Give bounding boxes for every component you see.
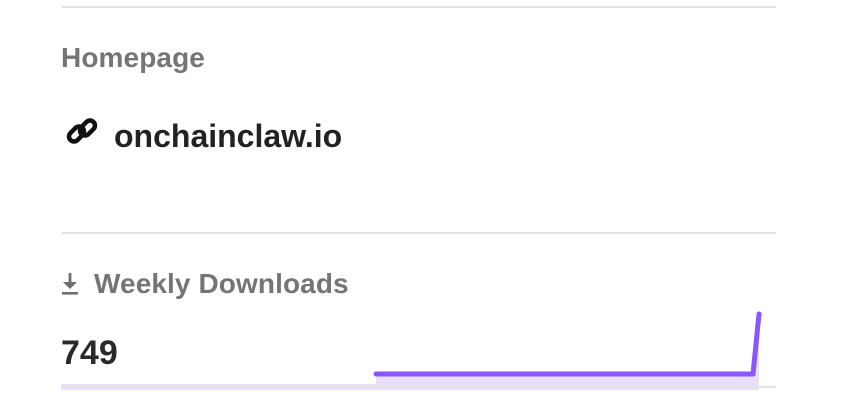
divider-middle (61, 232, 776, 234)
homepage-label: Homepage (61, 42, 205, 73)
homepage-link[interactable]: onchainclaw.io (64, 115, 342, 155)
weekly-downloads-count: 749 (61, 334, 118, 372)
divider-bottom (61, 386, 776, 388)
homepage-url[interactable]: onchainclaw.io (114, 118, 342, 155)
download-icon (61, 272, 79, 296)
divider-top (61, 6, 776, 8)
sparkline-line (373, 311, 762, 377)
sparkline-fill (61, 314, 759, 390)
weekly-downloads-header: Weekly Downloads (61, 268, 349, 300)
weekly-downloads-sparkline (61, 311, 762, 390)
link-icon (64, 115, 100, 151)
weekly-downloads-label: Weekly Downloads (94, 268, 349, 299)
